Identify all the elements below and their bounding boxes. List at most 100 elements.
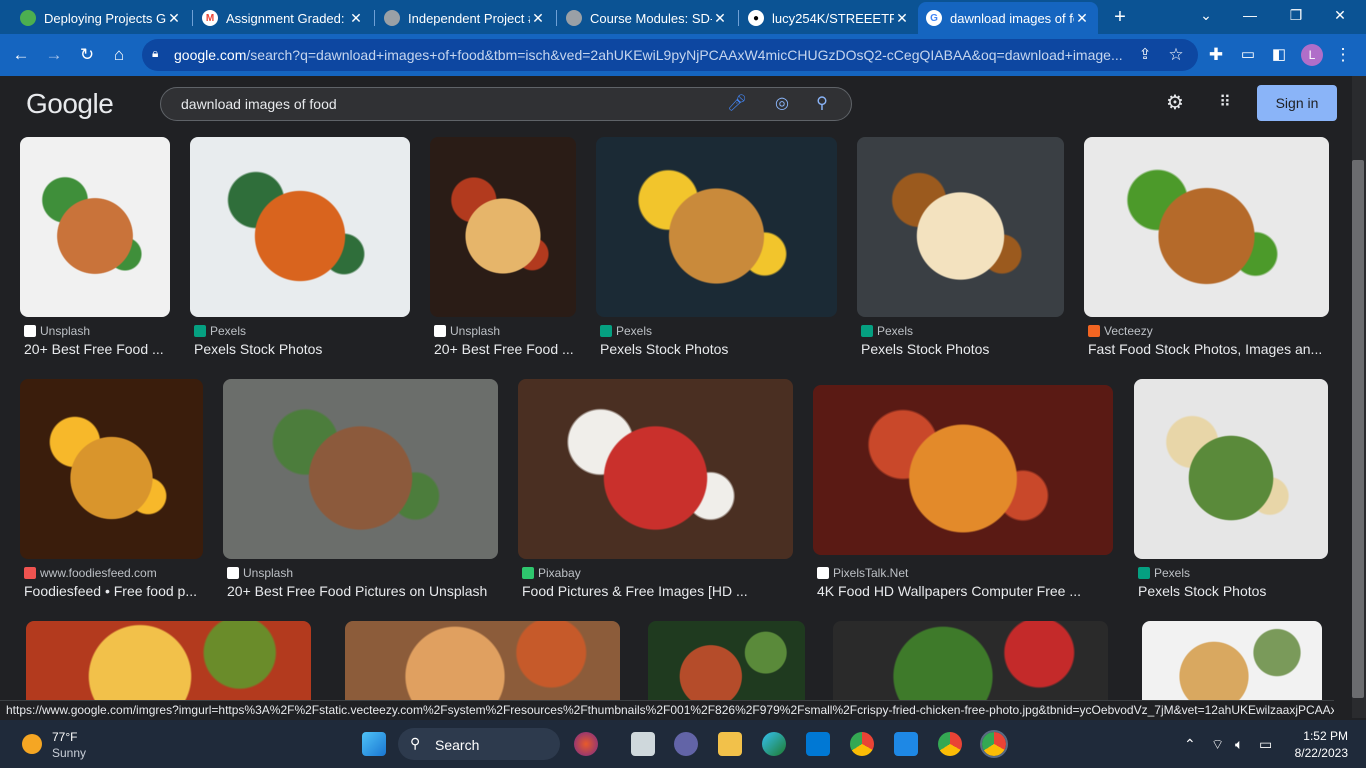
result-source[interactable]: Unsplash — [434, 324, 500, 338]
restore-icon[interactable]: ❐ — [1276, 4, 1316, 26]
result-caption[interactable]: Pexels Stock Photos — [1138, 583, 1332, 599]
result-image[interactable] — [223, 379, 498, 559]
new-tab-button[interactable]: + — [1108, 6, 1132, 28]
result-source[interactable]: Pexels — [194, 324, 246, 338]
result-source[interactable]: Unsplash — [227, 566, 293, 580]
tab-github-streetfood[interactable]: ● lucy254K/STREEETFOC ✕ — [740, 4, 918, 32]
share-icon[interactable]: ⇪ — [1134, 44, 1156, 66]
result-caption[interactable]: 4K Food HD Wallpapers Computer Free ... — [817, 583, 1117, 599]
edge-browser-icon[interactable] — [762, 732, 786, 756]
tab-assignment-graded[interactable]: M Assignment Graded: Ir ✕ — [194, 4, 372, 32]
result-image[interactable] — [26, 621, 311, 700]
result-source[interactable]: Unsplash — [24, 324, 90, 338]
home-icon[interactable]: ⌂ — [108, 44, 130, 66]
result-caption[interactable]: 20+ Best Free Food ... — [24, 341, 174, 357]
result-image[interactable] — [345, 621, 620, 700]
volume-icon[interactable]: 🔈︎ — [1235, 736, 1243, 753]
back-icon[interactable]: ← — [10, 44, 32, 66]
voice-search-icon[interactable]: 🎤︎ — [727, 94, 747, 114]
tray-chevron-icon[interactable]: ⌃ — [1184, 736, 1196, 753]
extensions-icon[interactable]: ✚ — [1205, 44, 1227, 66]
close-tab-icon[interactable]: ✕ — [712, 10, 728, 27]
url-text[interactable]: google.com/search?q=dawnload+images+of+f… — [174, 47, 1124, 63]
sun-weather-icon[interactable] — [22, 734, 42, 754]
result-source[interactable]: Pexels — [1138, 566, 1190, 580]
result-image[interactable] — [813, 385, 1113, 555]
lock-icon[interactable]: 🔒︎ — [152, 46, 166, 62]
close-tab-icon[interactable]: ✕ — [530, 10, 546, 27]
result-source[interactable]: Pexels — [600, 324, 652, 338]
globe-icon — [384, 10, 400, 26]
result-image[interactable] — [1142, 621, 1322, 700]
search-query-text[interactable]: dawnload images of food — [181, 96, 337, 112]
close-tab-icon[interactable]: ✕ — [166, 10, 182, 27]
result-caption[interactable]: Fast Food Stock Photos, Images an... — [1088, 341, 1333, 357]
result-caption[interactable]: Foodiesfeed • Free food p... — [24, 583, 207, 599]
result-source[interactable]: Pixabay — [522, 566, 581, 580]
wifi-icon[interactable]: ⌔ — [1211, 736, 1224, 754]
result-image[interactable] — [1134, 379, 1328, 559]
result-image[interactable] — [20, 379, 203, 559]
side-panel-icon[interactable]: ◧ — [1268, 44, 1290, 66]
tab-independent-project[interactable]: Independent Project # ✕ — [376, 4, 554, 32]
chrome-icon[interactable] — [850, 732, 874, 756]
result-source[interactable]: Pexels — [861, 324, 913, 338]
cast-icon[interactable]: ▭ — [1237, 44, 1259, 66]
result-caption[interactable]: Food Pictures & Free Images [HD ... — [522, 583, 797, 599]
weather-temperature[interactable]: 77°F — [52, 730, 77, 744]
bookmark-star-icon[interactable]: ☆ — [1165, 44, 1187, 66]
settings-gear-icon[interactable]: ⚙ — [1164, 92, 1186, 114]
forward-icon[interactable]: → — [43, 44, 65, 66]
clock-time[interactable]: 1:52 PM — [1300, 729, 1348, 743]
chrome-profile-icon[interactable] — [938, 732, 962, 756]
google-logo[interactable]: Google — [26, 88, 114, 120]
result-caption[interactable]: 20+ Best Free Food Pictures on Unsplash — [227, 583, 502, 599]
result-source[interactable]: www.foodiesfeed.com — [24, 566, 157, 580]
result-caption[interactable]: Pexels Stock Photos — [194, 341, 414, 357]
minimize-icon[interactable]: — — [1230, 4, 1270, 26]
chrome-active-icon[interactable] — [980, 730, 1008, 758]
reload-icon[interactable]: ↻ — [76, 44, 98, 66]
sign-in-button[interactable]: Sign in — [1257, 85, 1337, 121]
result-image[interactable] — [857, 137, 1064, 317]
result-image[interactable] — [596, 137, 837, 317]
search-icon[interactable]: ⚲ — [812, 94, 832, 114]
result-caption[interactable]: Pexels Stock Photos — [600, 341, 841, 357]
teams-chat-icon[interactable] — [674, 732, 698, 756]
apps-grid-icon[interactable]: ⠿ — [1214, 92, 1236, 114]
close-window-icon[interactable]: ✕ — [1320, 4, 1360, 26]
battery-icon[interactable]: ▭ — [1259, 736, 1272, 753]
result-image[interactable] — [833, 621, 1108, 700]
task-view-icon[interactable] — [631, 732, 655, 756]
close-tab-icon[interactable]: ✕ — [894, 10, 910, 27]
result-source[interactable]: PixelsTalk.Net — [817, 566, 908, 580]
result-caption[interactable]: Pexels Stock Photos — [861, 341, 1068, 357]
tab-divider — [556, 10, 557, 26]
vscode-icon[interactable] — [894, 732, 918, 756]
tab-course-modules[interactable]: Course Modules: SD- I ✕ — [558, 4, 736, 32]
result-source[interactable]: Vecteezy — [1088, 324, 1153, 338]
close-tab-icon[interactable]: ✕ — [1074, 10, 1090, 27]
result-image[interactable] — [518, 379, 793, 559]
result-image[interactable] — [648, 621, 805, 700]
tab-search-chevron-icon[interactable]: ⌄ — [1186, 4, 1226, 26]
tab-dawnload-images-of-food[interactable]: G dawnload images of fo ✕ — [918, 2, 1098, 34]
tab-deploying-projects[interactable]: Deploying Projects Gu ✕ — [12, 4, 190, 32]
microsoft-store-icon[interactable] — [806, 732, 830, 756]
menu-kebab-icon[interactable]: ⋮ — [1332, 44, 1354, 66]
file-explorer-icon[interactable] — [718, 732, 742, 756]
result-image[interactable] — [430, 137, 576, 317]
search-highlight-icon[interactable] — [574, 732, 598, 756]
weather-condition[interactable]: Sunny — [52, 746, 86, 760]
tab-divider — [374, 10, 375, 26]
lens-search-icon[interactable]: ◎ — [772, 94, 792, 114]
result-caption[interactable]: 20+ Best Free Food ... — [434, 341, 580, 357]
clock-date[interactable]: 8/22/2023 — [1284, 746, 1348, 760]
profile-avatar[interactable]: L — [1301, 44, 1323, 66]
result-image[interactable] — [1084, 137, 1329, 317]
result-image[interactable] — [190, 137, 410, 317]
scrollbar-thumb[interactable] — [1352, 160, 1364, 698]
result-image[interactable] — [20, 137, 170, 317]
start-windows-icon[interactable] — [362, 732, 386, 756]
close-tab-icon[interactable]: ✕ — [348, 10, 364, 27]
